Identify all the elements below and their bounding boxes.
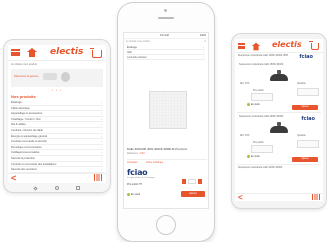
status-battery: 100% <box>199 34 206 37</box>
card-price-label: Prix public <box>253 142 264 144</box>
category-item[interactable]: Sécurité des ouvrières <box>11 167 103 173</box>
subheader: Je choisis mon produit <box>11 63 37 66</box>
app-header: electis <box>8 45 106 61</box>
barcode-scanner-icon[interactable] <box>312 194 320 200</box>
quantity-plus-button[interactable] <box>198 179 202 184</box>
earpiece-speaker <box>158 17 174 19</box>
card-category: Suspension industrielle LED 150W 4000K <box>239 63 284 66</box>
quantity-minus-button[interactable] <box>182 179 186 184</box>
product-card[interactable]: Suspension industrielle LED 150W 4000K f… <box>237 54 321 113</box>
highbay-lamp-image <box>270 122 288 134</box>
filter-rows: Éclairage LED Luminaire intérieur <box>124 45 208 60</box>
hamburger-menu-icon[interactable] <box>238 43 245 49</box>
right-phone-screen: electis Suspension industrielle LED 100W… <box>235 39 323 201</box>
reference-value: XXX <box>140 152 145 155</box>
quantity-input[interactable] <box>188 179 196 184</box>
brand-tagline: Le spécialiste de l'éclairage <box>127 177 155 179</box>
section-title: Nos produits <box>11 94 36 99</box>
page-title: Je choisis mon produit <box>126 40 150 43</box>
banner-product-image <box>43 73 57 80</box>
card-ref: Réf. XXX <box>240 83 250 85</box>
cart-icon[interactable] <box>309 41 319 50</box>
card-availability: En stock <box>247 103 260 106</box>
banner-product-image <box>61 72 70 82</box>
banner-text: Découvrez la gamme <box>14 75 39 78</box>
left-phone-mockup: electis Je choisis mon produit Découvrez… <box>4 40 110 192</box>
card-price-label: Prix public <box>253 90 264 92</box>
card-brand: fciao <box>301 116 315 122</box>
price-label: Prix public HT <box>127 183 142 186</box>
right-phone-mockup: electis Suspension industrielle LED 100W… <box>232 34 326 208</box>
hamburger-menu-icon[interactable] <box>11 49 20 56</box>
category-list: Éclairage Câble électrique Appareillage … <box>8 100 106 173</box>
front-camera <box>164 9 167 12</box>
cart-icon[interactable] <box>90 48 102 58</box>
card-qty-input[interactable] <box>297 88 319 96</box>
center-phone-mockup: 9:41 AM 100% Je choisis mon produit × Éc… <box>118 3 214 241</box>
product-image <box>149 91 187 129</box>
card-add-button[interactable]: Ajouter <box>292 105 318 110</box>
promo-banner[interactable]: Découvrez la gamme <box>11 69 103 87</box>
brand-logo: fciao Le spécialiste de l'éclairage <box>127 168 155 179</box>
electis-logo: electis <box>272 40 302 49</box>
home-button[interactable] <box>156 215 176 235</box>
bottom-bar: < <box>235 193 323 201</box>
card-ref: Réf. XXX <box>240 135 250 137</box>
product-name: Dalle 600x600 40W 4000K 3800LM Premium <box>127 147 188 151</box>
product-reference: Référence : XXX <box>127 152 145 155</box>
reference-label: Référence : <box>127 152 140 155</box>
nav-back-icon[interactable] <box>33 186 38 191</box>
card-qty-input[interactable] <box>297 140 319 148</box>
availability-status: En stock <box>127 193 140 196</box>
product-links: Comparer Fiche technique <box>127 159 207 164</box>
status-time: 9:41 AM <box>160 34 169 37</box>
card-availability: En stock <box>247 155 260 158</box>
card-qty-label: Quantité <box>297 135 306 137</box>
card-qty-label: Quantité <box>297 83 306 85</box>
center-phone-screen: 9:41 AM 100% Je choisis mon produit × Éc… <box>123 32 209 209</box>
android-nav-bar <box>4 184 110 191</box>
left-phone-screen: electis Je choisis mon produit Découvrez… <box>8 45 106 183</box>
datasheet-link[interactable]: Fiche technique <box>146 161 163 164</box>
nav-recents-icon[interactable] <box>76 186 80 190</box>
home-icon[interactable] <box>27 48 37 57</box>
barcode-scanner-icon[interactable] <box>94 174 103 181</box>
nav-home-icon[interactable] <box>55 186 59 190</box>
next-product-line[interactable]: Suspension industrielle LED 240W 4000K <box>235 165 323 173</box>
close-icon[interactable]: × <box>204 39 206 43</box>
add-to-cart-button[interactable]: Ajouter <box>181 191 205 197</box>
bottom-bar: < <box>8 173 106 183</box>
card-add-button[interactable]: Ajouter <box>292 157 318 162</box>
brand-name: fciao <box>127 168 148 177</box>
filter-row[interactable]: Luminaire intérieur <box>127 55 205 60</box>
carousel-dots[interactable]: • • • <box>8 88 106 92</box>
electis-logo: electis <box>50 47 84 57</box>
back-arrow-icon[interactable]: < <box>11 174 16 183</box>
highbay-lamp-image <box>270 70 288 82</box>
card-category: Suspension industrielle LED 200W 4000K <box>239 115 284 118</box>
home-icon[interactable] <box>251 42 261 51</box>
compare-link[interactable]: Comparer <box>127 161 138 164</box>
card-brand: fciao <box>299 54 313 60</box>
card-price-box <box>251 145 273 153</box>
card-price-box <box>251 93 273 101</box>
app-header: electis <box>235 39 323 53</box>
back-arrow-icon[interactable]: < <box>238 194 243 202</box>
product-card[interactable]: Suspension industrielle LED 200W 4000K f… <box>237 113 321 165</box>
